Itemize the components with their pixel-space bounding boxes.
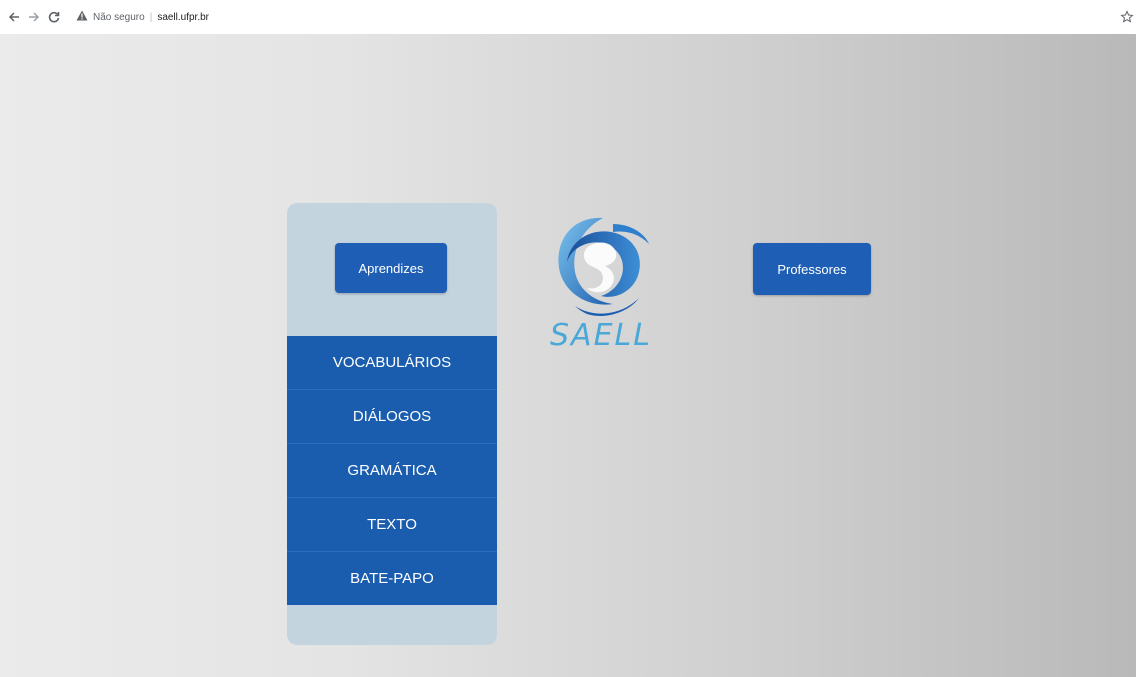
url-text: saell.ufpr.br xyxy=(157,11,210,23)
aprendizes-button[interactable]: Aprendizes xyxy=(335,243,447,293)
page-content: Aprendizes VOCABULÁRIOS DIÁLOGOS GRAMÁTI… xyxy=(0,34,1136,677)
forward-arrow-icon[interactable] xyxy=(26,9,42,25)
professores-button[interactable]: Professores xyxy=(753,243,871,295)
address-separator: | xyxy=(149,11,153,23)
back-arrow-icon[interactable] xyxy=(6,9,22,25)
learners-menu: VOCABULÁRIOS DIÁLOGOS GRAMÁTICA TEXTO BA… xyxy=(287,336,497,605)
warning-icon xyxy=(76,10,88,24)
bookmark-star-icon[interactable] xyxy=(1120,10,1134,24)
menu-item-vocabularios[interactable]: VOCABULÁRIOS xyxy=(287,336,497,390)
learners-panel: Aprendizes VOCABULÁRIOS DIÁLOGOS GRAMÁTI… xyxy=(287,203,497,645)
menu-item-bate-papo[interactable]: BATE-PAPO xyxy=(287,552,497,605)
saell-logo-text: SAELL xyxy=(550,318,652,353)
saell-logo: SAELL xyxy=(543,210,659,356)
menu-item-gramatica[interactable]: GRAMÁTICA xyxy=(287,444,497,498)
menu-item-texto[interactable]: TEXTO xyxy=(287,498,497,552)
menu-item-dialogos[interactable]: DIÁLOGOS xyxy=(287,390,497,444)
reload-icon[interactable] xyxy=(46,9,62,25)
address-bar[interactable]: Não seguro | saell.ufpr.br xyxy=(76,10,209,24)
browser-toolbar: Não seguro | saell.ufpr.br xyxy=(0,0,1136,34)
saell-logo-icon xyxy=(558,217,649,317)
security-status: Não seguro xyxy=(93,11,145,23)
